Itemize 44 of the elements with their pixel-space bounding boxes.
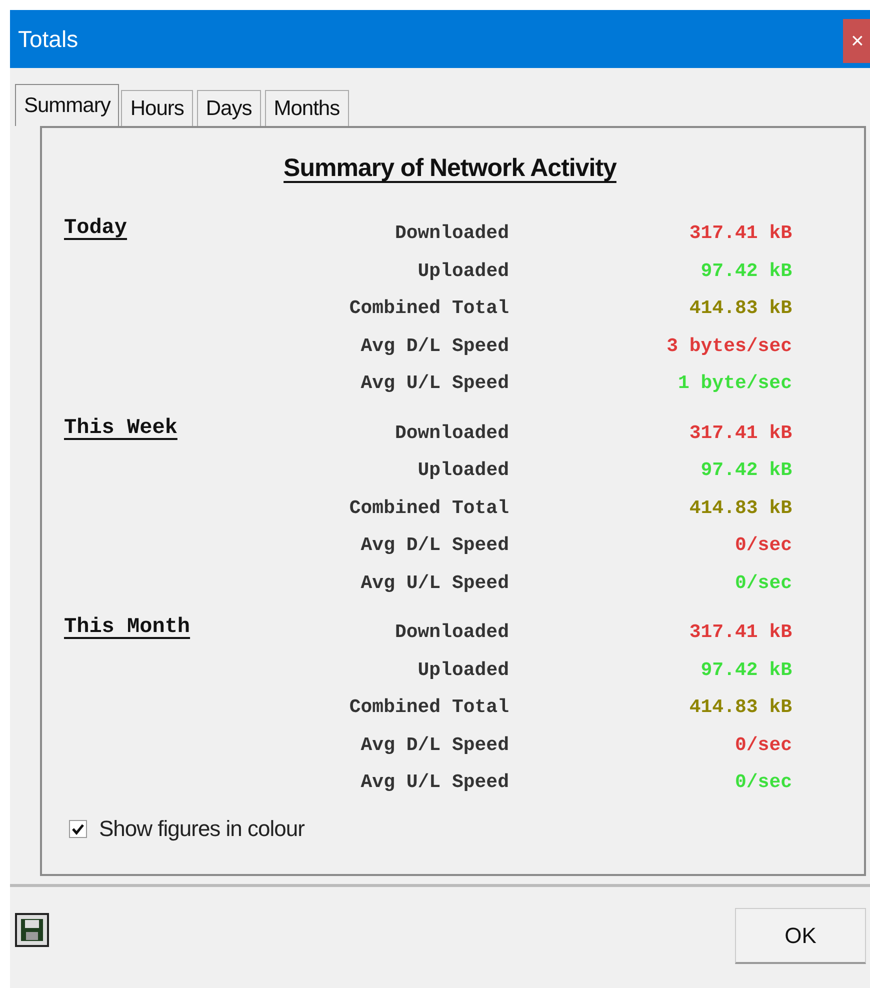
checkbox-label: Show figures in colour [99, 816, 304, 842]
stat-label: Avg U/L Speed [360, 371, 509, 396]
stat-label: Uploaded [416, 458, 509, 483]
section-title: This Week [64, 416, 178, 440]
stat-label: Downloaded [394, 420, 509, 446]
stat-value: 414.83 kB [688, 496, 792, 520]
stat-value: 0/sec [734, 570, 792, 596]
stat-value: 317.41 kB [688, 620, 792, 645]
stat-value: 0/sec [734, 770, 792, 795]
stat-value: 3 bytes/sec [666, 334, 792, 358]
stat-label: Combined Total [348, 496, 509, 520]
stat-label: Uploaded [416, 658, 509, 682]
section-title: Today [64, 216, 128, 240]
stat-label: Downloaded [394, 620, 509, 645]
stat-value: 317.41 kB [688, 420, 792, 446]
stat-value: 414.83 kB [688, 695, 792, 720]
stat-label: Avg U/L Speed [360, 770, 509, 795]
summary-heading: Summary of Network Activity [284, 154, 616, 183]
stat-label: Combined Total [348, 296, 509, 321]
save-icon[interactable] [15, 913, 49, 947]
tab[interactable]: Summary [15, 84, 120, 126]
colour-checkbox[interactable] [69, 820, 87, 838]
tab[interactable]: Hours [121, 90, 193, 126]
ok-button[interactable]: OK [735, 908, 866, 964]
stat-label: Combined Total [348, 695, 509, 720]
stat-label: Avg D/L Speed [360, 533, 509, 558]
stat-value: 414.83 kB [688, 296, 792, 321]
stat-value: 0/sec [734, 533, 792, 558]
section-title: This Month [64, 615, 190, 639]
stat-label: Uploaded [416, 258, 509, 284]
stat-label: Avg D/L Speed [360, 334, 509, 358]
stat-value: 97.42 kB [700, 458, 792, 483]
close-button[interactable]: × [843, 19, 870, 63]
stat-label: Downloaded [394, 221, 509, 246]
tab[interactable]: Days [196, 90, 261, 126]
tab[interactable]: Months [264, 90, 349, 126]
window-title: Totals [17, 26, 78, 52]
stat-value: 0/sec [734, 732, 792, 758]
stat-value: 1 byte/sec [676, 371, 792, 396]
stat-label: Avg U/L Speed [360, 570, 509, 596]
stat-label: Avg D/L Speed [360, 732, 509, 758]
stat-value: 97.42 kB [700, 258, 792, 284]
stat-value: 317.41 kB [688, 221, 792, 246]
stat-value: 97.42 kB [700, 658, 792, 682]
